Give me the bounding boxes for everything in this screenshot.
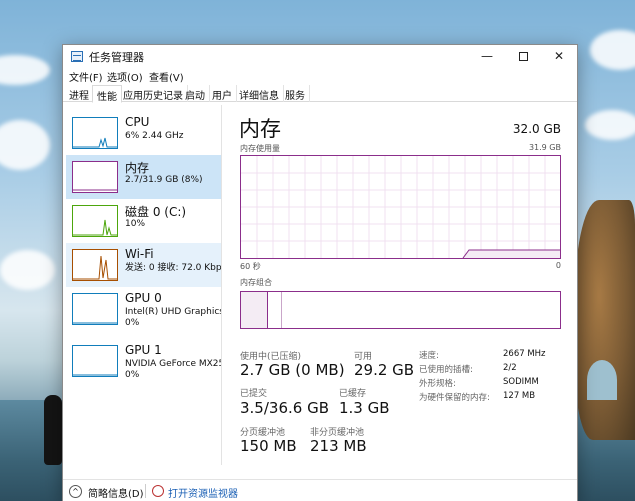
open-resource-monitor-link[interactable]: 打开资源监视器 [168,485,238,500]
minimize-button[interactable]: — [469,45,505,67]
detail-reserved-value: 127 MB [503,391,536,401]
memory-thumbnail [72,161,118,193]
detail-slots-label: 已使用的插槽: [419,365,473,375]
menu-file[interactable]: 文件(F) [69,69,103,84]
cached-value: 1.3 GB [339,399,390,417]
detail-reserved-label: 为硬件保留的内存: [419,393,490,403]
maximize-button[interactable] [505,45,541,67]
graph-axis-end: 0 [555,261,561,270]
sidebar-item-cpu[interactable]: CPU 6% 2.44 GHz [66,111,222,155]
tab-users[interactable]: 用户 [208,85,237,102]
wifi-sparkline [73,255,117,280]
cloud [590,30,635,70]
sidebar-item-subtitle: 发送: 0 接收: 72.0 Kbps [125,263,222,273]
usage-graph-max: 31.9 GB [528,143,561,152]
sidebar-item-wifi[interactable]: Wi-Fi 发送: 0 接收: 72.0 Kbps [66,243,222,287]
arch-opening [587,360,617,400]
gpu0-sparkline [73,322,117,324]
cloud [0,250,55,290]
sidebar-item-subtitle: Intel(R) UHD Graphics [125,307,222,317]
detail-speed-label: 速度: [419,351,439,361]
usage-graph-svg [241,156,560,259]
committed-label: 已提交 [240,389,268,399]
sidebar-item-title: Wi-Fi [125,247,154,261]
wifi-thumbnail [72,249,118,281]
sidebar-item-title: CPU [125,115,150,129]
composition-label: 内存组合 [240,278,272,287]
usage-graph-label: 内存使用量 [240,144,280,153]
panel-divider[interactable] [221,105,222,465]
footer-bar: ^ 简略信息(D) 打开资源监视器 [63,479,577,501]
detail-speed-value: 2667 MHz [503,349,546,359]
sidebar-item-memory[interactable]: 内存 2.7/31.9 GB (8%) [66,155,222,199]
in-use-value: 2.7 GB (0 MB) [240,361,345,379]
available-value: 29.2 GB [354,361,415,379]
composition-in-use [241,292,268,328]
performance-sidebar: CPU 6% 2.44 GHz 内存 2.7/31.9 GB (8%) 磁盘 0… [66,105,222,460]
gpu1-thumbnail [72,345,118,377]
tab-processes[interactable]: 进程 [65,85,94,102]
task-manager-window: 任务管理器 — ✕ 文件(F) 选项(O) 查看(V) 进程 性能 应用历史记录… [62,44,578,501]
sidebar-item-gpu1[interactable]: GPU 1 NVIDIA GeForce MX250 0% [66,339,222,383]
sidebar-item-title: GPU 0 [125,291,162,305]
cpu-sparkline [73,137,117,148]
footer-separator [145,484,146,498]
close-button[interactable]: ✕ [541,45,577,67]
menu-options[interactable]: 选项(O) [107,69,143,84]
detail-form-label: 外形规格: [419,379,456,389]
tab-app-history[interactable]: 应用历史记录 [119,85,188,102]
tab-services[interactable]: 服务 [281,85,310,102]
gpu1-sparkline [73,374,117,376]
sidebar-item-subtitle: NVIDIA GeForce MX250 [125,359,222,369]
nonpaged-pool-value: 213 MB [310,437,367,455]
disk-thumbnail [72,205,118,237]
committed-value: 3.5/36.6 GB [240,399,329,417]
cloud [0,120,50,170]
tab-strip: 进程 性能 应用历史记录 启动 用户 详细信息 服务 [63,85,577,103]
maximize-icon [518,52,528,61]
page-title: 内存 [239,117,281,141]
cloud [585,110,635,140]
cloud [0,55,50,85]
sidebar-item-usage: 0% [125,318,140,328]
detail-form-value: SODIMM [503,377,539,387]
paged-pool-value: 150 MB [240,437,297,455]
memory-composition-bar [240,291,561,329]
rock-arch [575,200,635,440]
runner-silhouette [44,395,62,465]
cached-label: 已缓存 [339,389,367,399]
disk-sparkline [73,219,117,236]
sidebar-item-title: GPU 1 [125,343,162,357]
detail-slots-value: 2/2 [503,363,517,373]
title-bar[interactable]: 任务管理器 — ✕ [63,45,577,69]
memory-total: 32.0 GB [512,122,561,136]
graph-axis-start: 60 秒 [240,262,261,271]
sidebar-item-disk[interactable]: 磁盘 0 (C:) 10% [66,199,222,243]
fewer-details-link[interactable]: 简略信息(D) [88,485,144,500]
memory-usage-graph [240,155,561,259]
sidebar-item-subtitle: 6% 2.44 GHz [125,131,184,141]
window-title: 任务管理器 [89,51,144,64]
sidebar-item-gpu0[interactable]: GPU 0 Intel(R) UHD Graphics 0% [66,287,222,331]
resource-monitor-icon[interactable] [152,485,164,497]
tab-startup[interactable]: 启动 [181,85,210,102]
sidebar-item-subtitle: 10% [125,219,146,229]
cpu-thumbnail [72,117,118,149]
gpu0-thumbnail [72,293,118,325]
memory-sparkline [73,189,117,191]
task-manager-icon [71,51,83,62]
composition-modified [268,292,282,328]
tab-details[interactable]: 详细信息 [235,85,284,102]
menu-view[interactable]: 查看(V) [149,69,184,84]
tab-performance[interactable]: 性能 [92,85,122,103]
sidebar-item-usage: 0% [125,370,140,380]
sidebar-item-subtitle: 2.7/31.9 GB (8%) [125,175,203,185]
chevron-up-icon[interactable]: ^ [69,485,82,498]
